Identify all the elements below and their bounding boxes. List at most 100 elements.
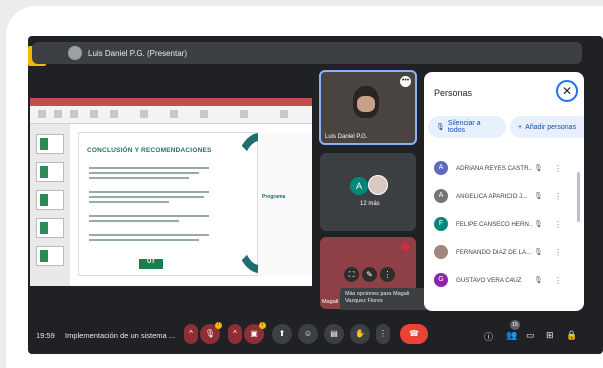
- mic-off-icon: 🎙: [436, 124, 445, 131]
- participant-row[interactable]: F FELIPE CANSECO HERN... 🎙 ⋮: [428, 210, 578, 238]
- meet-window: Luis Daniel P.G. (Presentar) CONCLUSIÓN …: [28, 36, 603, 354]
- lock-icon[interactable]: 🔒: [566, 330, 577, 341]
- more-vert-icon[interactable]: ⋮: [554, 220, 562, 229]
- add-people-label: Añadir personas: [525, 123, 577, 131]
- current-slide: CONCLUSIÓN Y RECOMENDACIONES UT: [78, 132, 289, 276]
- more-vert-icon[interactable]: ⋮: [554, 164, 562, 173]
- chat-icon[interactable]: ▭: [526, 330, 535, 341]
- slide-thumbnail[interactable]: [36, 246, 64, 266]
- activities-icon[interactable]: ⊞: [546, 330, 554, 341]
- ribbon-tool: [200, 110, 208, 118]
- slide-thumbnail[interactable]: [36, 190, 64, 210]
- emoji-button[interactable]: ☺: [298, 324, 318, 344]
- participant-name: FERNANDO DIAZ DE LA...: [456, 248, 532, 256]
- participant-photo-avatar: [368, 175, 388, 195]
- participant-avatar: A: [434, 189, 448, 203]
- mic-off-icon[interactable]: 🎙: [534, 220, 543, 228]
- more-options-button[interactable]: ⋮: [376, 324, 390, 344]
- participant-row[interactable]: G GUSTAVO VERA C4UZ 🎙 ⋮: [428, 266, 578, 294]
- participant-row[interactable]: FERNANDO DIAZ DE LA... 🎙 ⋮: [428, 238, 578, 266]
- slide-thumbnail[interactable]: [36, 134, 64, 154]
- mic-off-icon: [401, 242, 410, 251]
- ribbon-tabs: [30, 98, 312, 106]
- slide-text-line: [89, 234, 209, 236]
- info-icon[interactable]: ⓘ: [484, 330, 493, 343]
- warning-icon: !: [259, 322, 266, 329]
- ribbon-tool: [38, 110, 46, 118]
- raise-hand-button[interactable]: ✋: [350, 324, 370, 344]
- participant-name: ANGELICA APARICIO J...: [456, 192, 528, 200]
- more-vert-icon[interactable]: ⋮: [554, 276, 562, 285]
- participant-list: A ADRIANA REYES CASTR... 🎙 ⋮ A ANGELICA …: [428, 154, 578, 294]
- camera-options-chevron-icon[interactable]: ^: [228, 324, 242, 344]
- more-participants-count: 12 más: [360, 201, 380, 207]
- ppt-ribbon: [30, 98, 312, 124]
- people-icon[interactable]: 👥: [506, 330, 517, 341]
- present-screen-button[interactable]: ⬆: [272, 324, 292, 344]
- pin-icon[interactable]: ✎: [362, 267, 377, 282]
- participant-photo-avatar: [434, 245, 448, 259]
- mic-off-icon[interactable]: 🎙: [534, 248, 543, 256]
- ribbon-tool: [280, 110, 288, 118]
- presenter-face: [357, 96, 375, 112]
- tile-hover-controls: ⛶ ✎ ⋮: [344, 267, 395, 282]
- others-tile[interactable]: A 12 más: [320, 153, 416, 231]
- slide-thumbnail[interactable]: [36, 218, 64, 238]
- presenter-title: Luis Daniel P.G. (Presentar): [88, 48, 188, 58]
- mic-off-icon[interactable]: 🎙: [534, 276, 543, 284]
- more-options-icon[interactable]: •••: [400, 76, 411, 87]
- participant-row[interactable]: A ADRIANA REYES CASTR... 🎙 ⋮: [428, 154, 578, 182]
- camera-toggle-button[interactable]: ▣!: [244, 322, 266, 344]
- call-controls-bar: 19:59 Implementación de un sistema ... ^…: [28, 318, 603, 354]
- ribbon-tool: [70, 110, 78, 118]
- participant-row[interactable]: A ANGELICA APARICIO J... 🎙 ⋮: [428, 182, 578, 210]
- presenter-video-tile[interactable]: ••• Luis Daniel P.G.: [319, 70, 417, 145]
- mic-off-icon[interactable]: 🎙: [534, 164, 543, 172]
- ribbon-tool: [140, 110, 148, 118]
- add-people-button[interactable]: + Añadir personas: [510, 116, 584, 138]
- ribbon-tool: [110, 110, 118, 118]
- participant-avatar: A: [434, 161, 448, 175]
- slide-text-line: [89, 220, 179, 222]
- slide-text-line: [89, 215, 209, 217]
- slide-thumbnail[interactable]: [36, 162, 64, 182]
- ribbon-tool: [170, 110, 178, 118]
- participant-name: ADRIANA REYES CASTR...: [456, 164, 532, 172]
- ut-logo: UT: [139, 259, 163, 269]
- captions-button[interactable]: ▤: [324, 324, 344, 344]
- frame-icon[interactable]: ⛶: [344, 267, 359, 282]
- slide-thumbnails: [30, 124, 70, 286]
- end-call-button[interactable]: ☎: [400, 324, 428, 344]
- slide-text-line: [89, 201, 169, 203]
- more-vert-icon[interactable]: ⋮: [554, 248, 562, 257]
- mic-off-icon[interactable]: 🎙: [534, 192, 543, 200]
- meeting-clock: 19:59: [36, 331, 55, 340]
- mute-all-label: Silenciar a todos: [447, 120, 481, 134]
- slide-text-line: [89, 172, 199, 174]
- mic-toggle-button[interactable]: 🎙!: [200, 322, 222, 344]
- close-icon[interactable]: ✕: [556, 80, 578, 102]
- participant-name: GUSTAVO VERA C4UZ: [456, 276, 522, 284]
- mute-all-button[interactable]: 🎙 Silenciar a todos: [428, 116, 506, 138]
- participant-avatar: A: [350, 177, 368, 195]
- slide-text-line: [89, 191, 209, 193]
- mic-options-chevron-icon[interactable]: ^: [184, 324, 198, 344]
- participant-name: FELIPE CANSECO HERN...: [456, 220, 532, 228]
- ribbon-tool: [54, 110, 62, 118]
- shared-screen: CONCLUSIÓN Y RECOMENDACIONES UT Programa: [30, 98, 312, 286]
- side-label: Programa: [262, 194, 286, 200]
- slide-side-panel: Programa: [258, 132, 312, 276]
- participant-avatar: G: [434, 273, 448, 287]
- warning-icon: !: [215, 322, 222, 329]
- presentation-bar[interactable]: Luis Daniel P.G. (Presentar): [32, 42, 582, 64]
- more-vert-icon[interactable]: ⋮: [554, 192, 562, 201]
- panel-scrollbar[interactable]: [577, 172, 580, 222]
- slide-text-line: [89, 239, 199, 241]
- people-panel: Personas ✕ 🎙 Silenciar a todos + Añadir …: [424, 72, 584, 311]
- participant-avatar: F: [434, 217, 448, 231]
- ribbon-tool: [240, 110, 248, 118]
- ribbon-tool: [90, 110, 98, 118]
- presenter-avatar: [68, 46, 82, 60]
- more-vert-icon[interactable]: ⋮: [380, 267, 395, 282]
- slide-text-line: [89, 196, 204, 198]
